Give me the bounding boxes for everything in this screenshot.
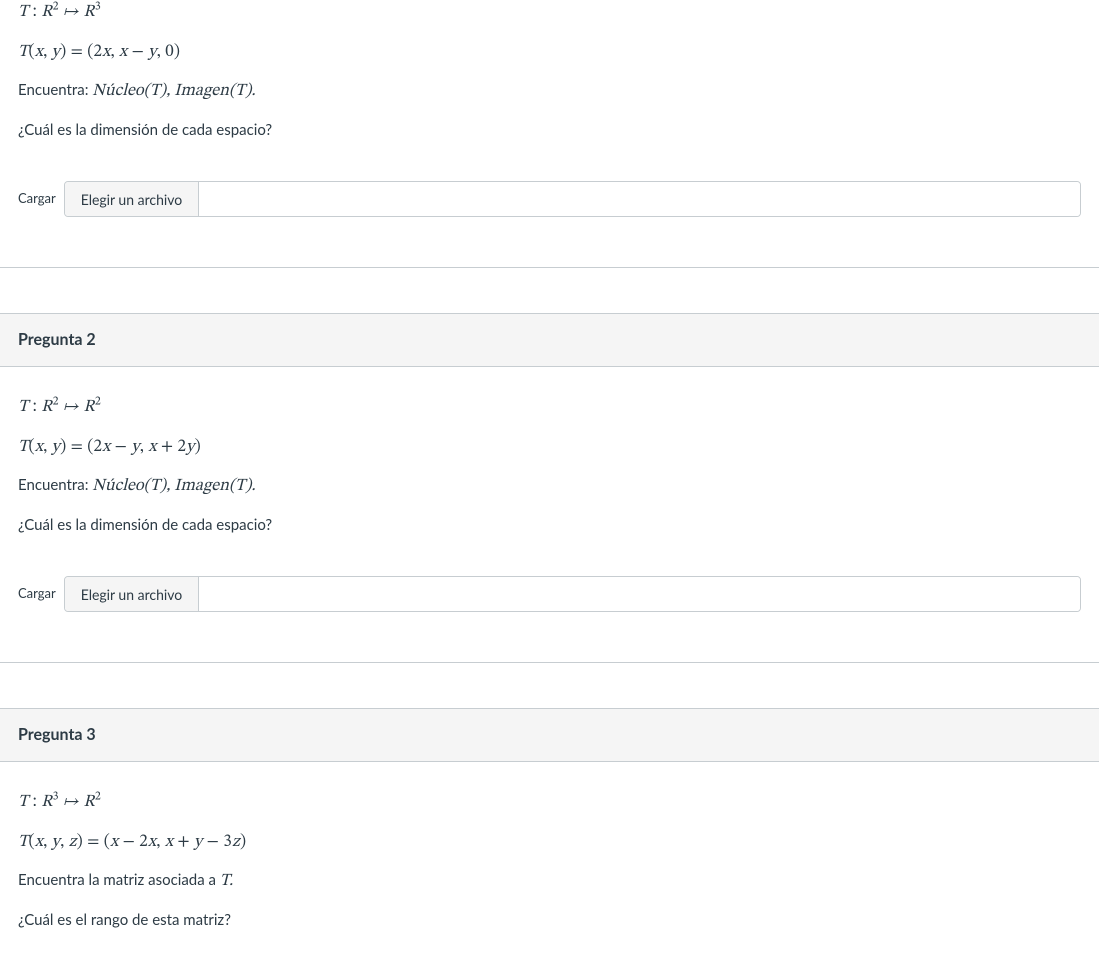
q2-domain-codomain: T : R2 ↦ R2 — [18, 395, 1081, 421]
q3-matrix-math: T. — [220, 873, 233, 890]
q1-find-prompt: Encuentra: Núcleo(T), Imagen(T). — [18, 79, 1081, 105]
q3-matrix-prefix: Encuentra la matriz asociada a — [18, 871, 220, 889]
q1-choose-file-button[interactable]: Elegir un archivo — [65, 182, 200, 216]
question-3-body: T : R3 ↦ R2 T(x, y, z) = (x − 2x, x + y … — [0, 762, 1099, 975]
q2-find-math: Núcleo(T), Imagen(T). — [92, 478, 255, 495]
q3-matrix-prompt: Encuentra la matriz asociada a T. — [18, 869, 1081, 895]
q2-find-prefix: Encuentra: — [18, 476, 92, 494]
q1-file-input-group[interactable]: Elegir un archivo — [64, 181, 1081, 217]
question-2-body: T : R2 ↦ R2 T(x, y) = (2x − y, x + 2y) E… — [0, 367, 1099, 642]
question-2-header: Pregunta 2 — [0, 313, 1099, 367]
q1-find-prefix: Encuentra: — [18, 81, 92, 99]
q1-find-math: Núcleo(T), Imagen(T). — [92, 83, 255, 100]
q2-dimension-prompt: ¿Cuál es la dimensión de cada espacio? — [18, 514, 1081, 537]
q2-choose-file-button[interactable]: Elegir un archivo — [65, 577, 200, 611]
q3-transformation-def: T(x, y, z) = (x − 2x, x + y − 3z) — [18, 830, 1081, 856]
q1-upload-label: Cargar — [18, 189, 56, 209]
question-1-body: T : R2 ↦ R3 T(x, y) = (2x, x − y, 0) Enc… — [0, 0, 1099, 247]
q2-upload-row: Cargar Elegir un archivo — [18, 576, 1081, 612]
q2-file-display — [199, 577, 1080, 611]
q2-find-prompt: Encuentra: Núcleo(T), Imagen(T). — [18, 474, 1081, 500]
q2-transformation-def: T(x, y) = (2x − y, x + 2y) — [18, 435, 1081, 461]
q1-file-display — [199, 182, 1080, 216]
q2-upload-label: Cargar — [18, 584, 56, 604]
q1-upload-row: Cargar Elegir un archivo — [18, 181, 1081, 217]
q1-transformation-def: T(x, y) = (2x, x − y, 0) — [18, 40, 1081, 66]
q1-domain-codomain: T : R2 ↦ R3 — [18, 0, 1081, 26]
q2-file-input-group[interactable]: Elegir un archivo — [64, 576, 1081, 612]
q3-rank-prompt: ¿Cuál es el rango de esta matriz? — [18, 909, 1081, 932]
q1-dimension-prompt: ¿Cuál es la dimensión de cada espacio? — [18, 119, 1081, 142]
q3-domain-codomain: T : R3 ↦ R2 — [18, 790, 1081, 816]
question-3-header: Pregunta 3 — [0, 708, 1099, 762]
